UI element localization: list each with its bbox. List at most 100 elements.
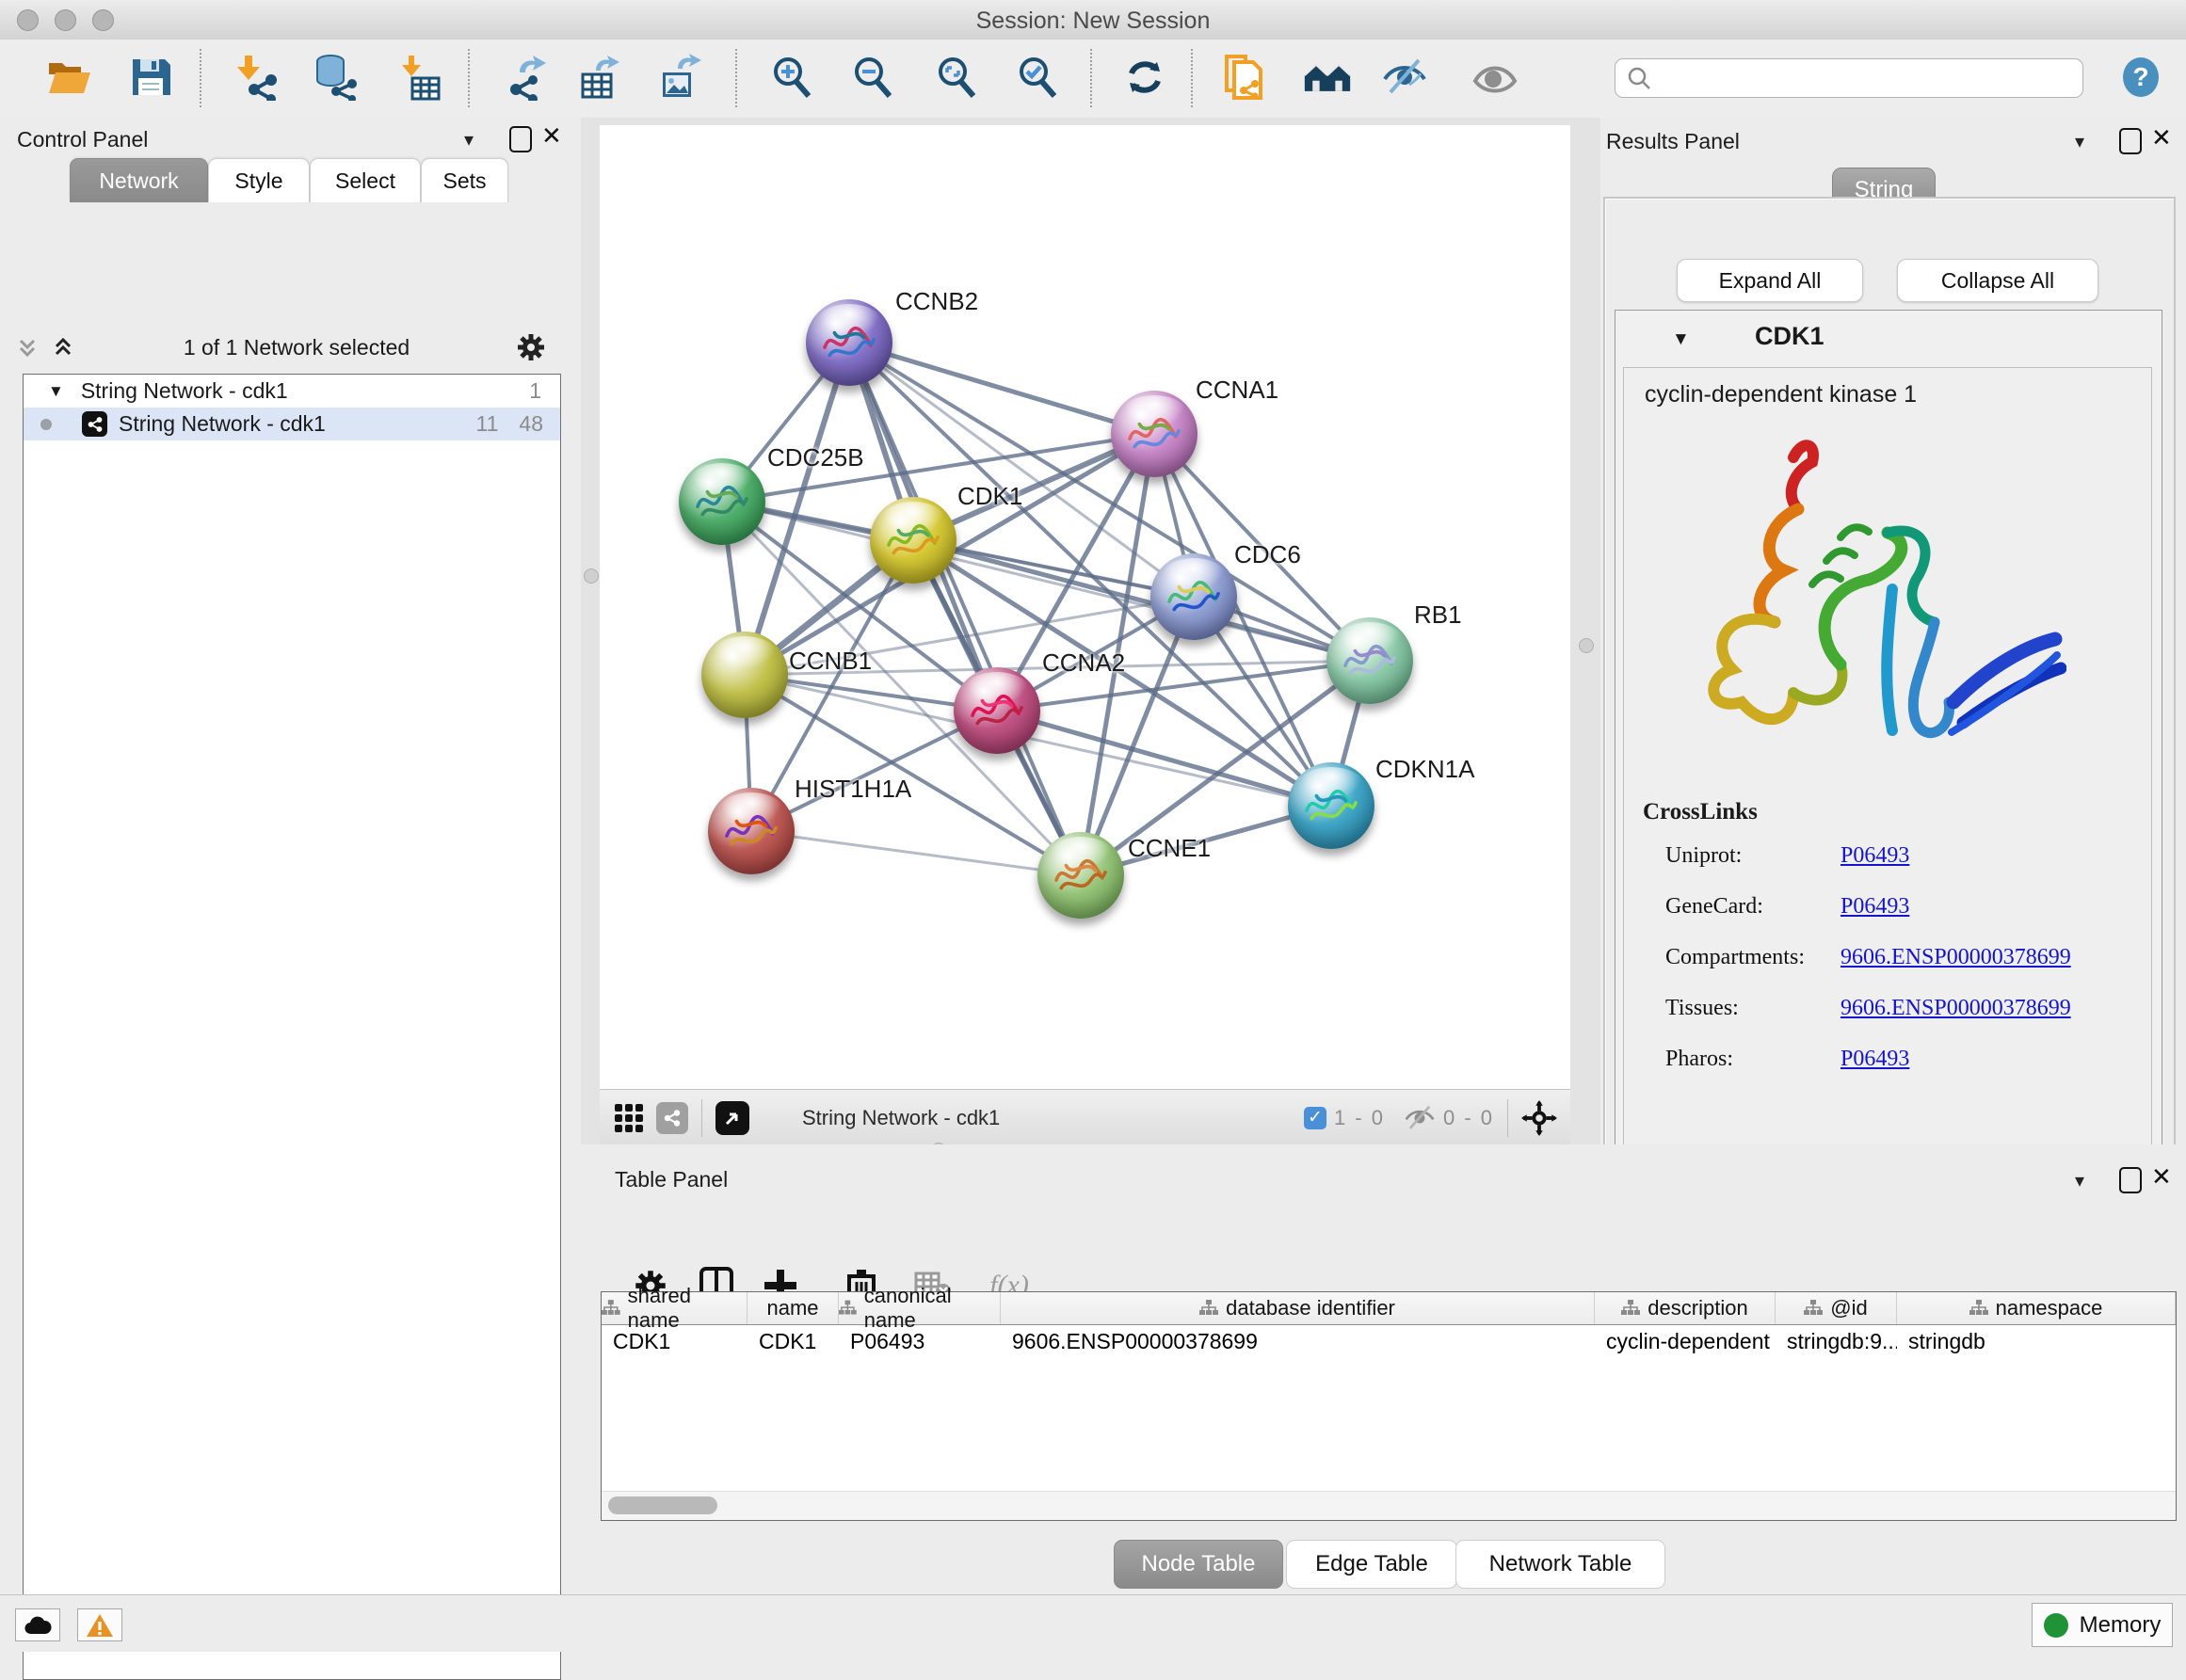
network-options-gear-icon[interactable] — [516, 332, 546, 362]
string-network-icon — [82, 411, 107, 437]
protein-thumbnail — [967, 686, 1027, 735]
hide-selected-icon[interactable] — [1380, 53, 1429, 102]
crosslink-link[interactable]: P06493 — [1840, 1047, 1909, 1071]
tab-sets[interactable]: Sets — [421, 158, 508, 202]
zoom-selected-icon[interactable] — [1013, 53, 1062, 102]
first-neighbors-icon[interactable] — [1303, 53, 1352, 102]
column-header-label: database identifier — [1226, 1296, 1395, 1320]
node-CDC25B[interactable] — [679, 458, 765, 545]
table-cell[interactable]: 9606.ENSP00000378699 — [1001, 1326, 1595, 1356]
table-cell[interactable]: P06493 — [839, 1326, 1001, 1356]
tab-select[interactable]: Select — [310, 158, 421, 202]
expand-all-button[interactable]: Expand All — [1677, 259, 1863, 302]
maximize-panel-icon[interactable] — [2119, 1167, 2142, 1193]
zoom-fit-icon[interactable] — [932, 53, 981, 102]
import-network-database-icon[interactable] — [311, 53, 360, 102]
copy-network-icon[interactable] — [1219, 53, 1268, 102]
left-splitter-handle[interactable] — [584, 568, 599, 584]
protein-thumbnail — [1051, 851, 1111, 900]
table-cell[interactable]: CDK1 — [602, 1326, 747, 1356]
export-table-icon[interactable] — [575, 53, 624, 102]
network-row[interactable]: String Network - cdk1 11 48 — [24, 408, 560, 440]
close-panel-icon[interactable]: ✕ — [541, 121, 562, 151]
table-panel: Table Panel ▾ ✕ f(x) shared namenamecano… — [581, 1144, 2186, 1594]
crosslink-link[interactable]: P06493 — [1840, 894, 1909, 919]
column-header-namespace[interactable]: namespace — [1897, 1292, 2176, 1324]
collection-expander-icon[interactable]: ▼ — [48, 382, 64, 401]
horizontal-scrollbar[interactable] — [602, 1491, 2176, 1520]
birds-eye-crosshair-icon[interactable] — [1521, 1100, 1557, 1136]
crosslink-link[interactable]: 9606.ENSP00000378699 — [1840, 945, 2071, 969]
column-header-shared-name[interactable]: shared name — [602, 1292, 747, 1324]
title-bar: Session: New Session — [0, 0, 2186, 40]
search-box[interactable] — [1615, 58, 2083, 98]
collapse-all-button[interactable]: Collapse All — [1897, 259, 2098, 302]
open-session-icon[interactable] — [45, 53, 94, 102]
maximize-panel-icon[interactable] — [2119, 128, 2142, 154]
selected-checkbox-icon[interactable]: ✓ — [1304, 1107, 1326, 1129]
crosslink-label: Tissues: — [1665, 996, 1739, 1021]
network-canvas[interactable]: CCNB2CCNA1CDC25BCDK1CDC6RB1CCNB1CCNA2CDK… — [600, 125, 1570, 1089]
column-header-database-identifier[interactable]: database identifier — [1001, 1292, 1595, 1324]
close-panel-icon[interactable]: ✕ — [2151, 1162, 2172, 1192]
scrollbar-thumb[interactable] — [608, 1496, 717, 1514]
expand-all-icon[interactable] — [49, 333, 77, 361]
import-network-file-icon[interactable] — [232, 53, 281, 102]
gene-expander-icon[interactable]: ▼ — [1672, 329, 1690, 350]
collection-label: String Network - cdk1 — [81, 378, 288, 404]
node-HIST1H1A[interactable] — [708, 788, 795, 874]
save-session-icon[interactable] — [126, 53, 175, 102]
table-cell[interactable]: cyclin-dependent ... — [1595, 1326, 1776, 1356]
network-node-count: 11 — [476, 411, 499, 437]
tab-edge-table[interactable]: Edge Table — [1286, 1540, 1457, 1589]
edge-HIST1H1A-CCNE1[interactable] — [751, 831, 1081, 875]
maximize-panel-icon[interactable] — [509, 126, 532, 152]
node-CDC6[interactable] — [1150, 553, 1237, 640]
float-panel-icon[interactable]: ▾ — [2075, 1169, 2084, 1192]
node-RB1[interactable] — [1326, 617, 1413, 704]
selected-counts: 1 - 0 — [1334, 1106, 1385, 1130]
node-CCNA1[interactable] — [1111, 391, 1197, 477]
network-view-share-icon[interactable] — [656, 1102, 688, 1134]
cloud-status-button[interactable] — [15, 1608, 60, 1641]
node-CCNB2[interactable] — [806, 299, 892, 386]
grid-view-icon[interactable] — [613, 1102, 645, 1134]
warnings-button[interactable] — [77, 1608, 122, 1641]
tab-network-table[interactable]: Network Table — [1455, 1540, 1665, 1589]
detach-view-icon[interactable] — [715, 1101, 749, 1135]
crosslink-link[interactable]: P06493 — [1840, 843, 1909, 868]
crosslink-link[interactable]: 9606.ENSP00000378699 — [1840, 996, 2071, 1020]
zoom-out-icon[interactable] — [848, 53, 897, 102]
node-CDK1[interactable] — [870, 497, 956, 584]
table-cell[interactable]: CDK1 — [747, 1326, 839, 1356]
refresh-icon[interactable] — [1120, 53, 1169, 102]
import-table-file-icon[interactable] — [396, 53, 445, 102]
tab-network[interactable]: Network — [70, 158, 208, 202]
node-CDKN1A[interactable] — [1288, 762, 1374, 849]
column-header-description[interactable]: description — [1595, 1292, 1776, 1324]
column-header-name[interactable]: name — [747, 1292, 839, 1324]
network-collection-row[interactable]: ▼ String Network - cdk1 1 — [24, 375, 560, 408]
column-header--id[interactable]: @id — [1776, 1292, 1897, 1324]
search-input[interactable] — [1651, 65, 2060, 91]
node-CCNE1[interactable] — [1037, 832, 1124, 919]
right-splitter-handle[interactable] — [1579, 638, 1594, 653]
export-image-icon[interactable] — [655, 53, 704, 102]
node-CCNA2[interactable] — [954, 667, 1040, 754]
zoom-in-icon[interactable] — [767, 53, 816, 102]
column-header-canonical-name[interactable]: canonical name — [839, 1292, 1001, 1324]
float-panel-icon[interactable]: ▾ — [2075, 130, 2084, 153]
float-panel-icon[interactable]: ▾ — [464, 128, 474, 152]
table-cell[interactable]: stringdb:9... — [1776, 1326, 1897, 1356]
node-CCNB1[interactable] — [701, 632, 788, 718]
tab-style[interactable]: Style — [208, 158, 310, 202]
close-panel-icon[interactable]: ✕ — [2151, 123, 2172, 152]
memory-button[interactable]: Memory — [2032, 1603, 2173, 1647]
show-all-icon[interactable] — [1471, 53, 1519, 102]
table-cell[interactable]: stringdb — [1897, 1326, 2176, 1356]
help-icon[interactable]: ? — [2116, 53, 2165, 102]
protein-structure-image — [1652, 420, 2066, 777]
tab-node-table[interactable]: Node Table — [1114, 1540, 1283, 1589]
collapse-all-icon[interactable] — [13, 333, 41, 361]
export-network-icon[interactable] — [501, 53, 550, 102]
